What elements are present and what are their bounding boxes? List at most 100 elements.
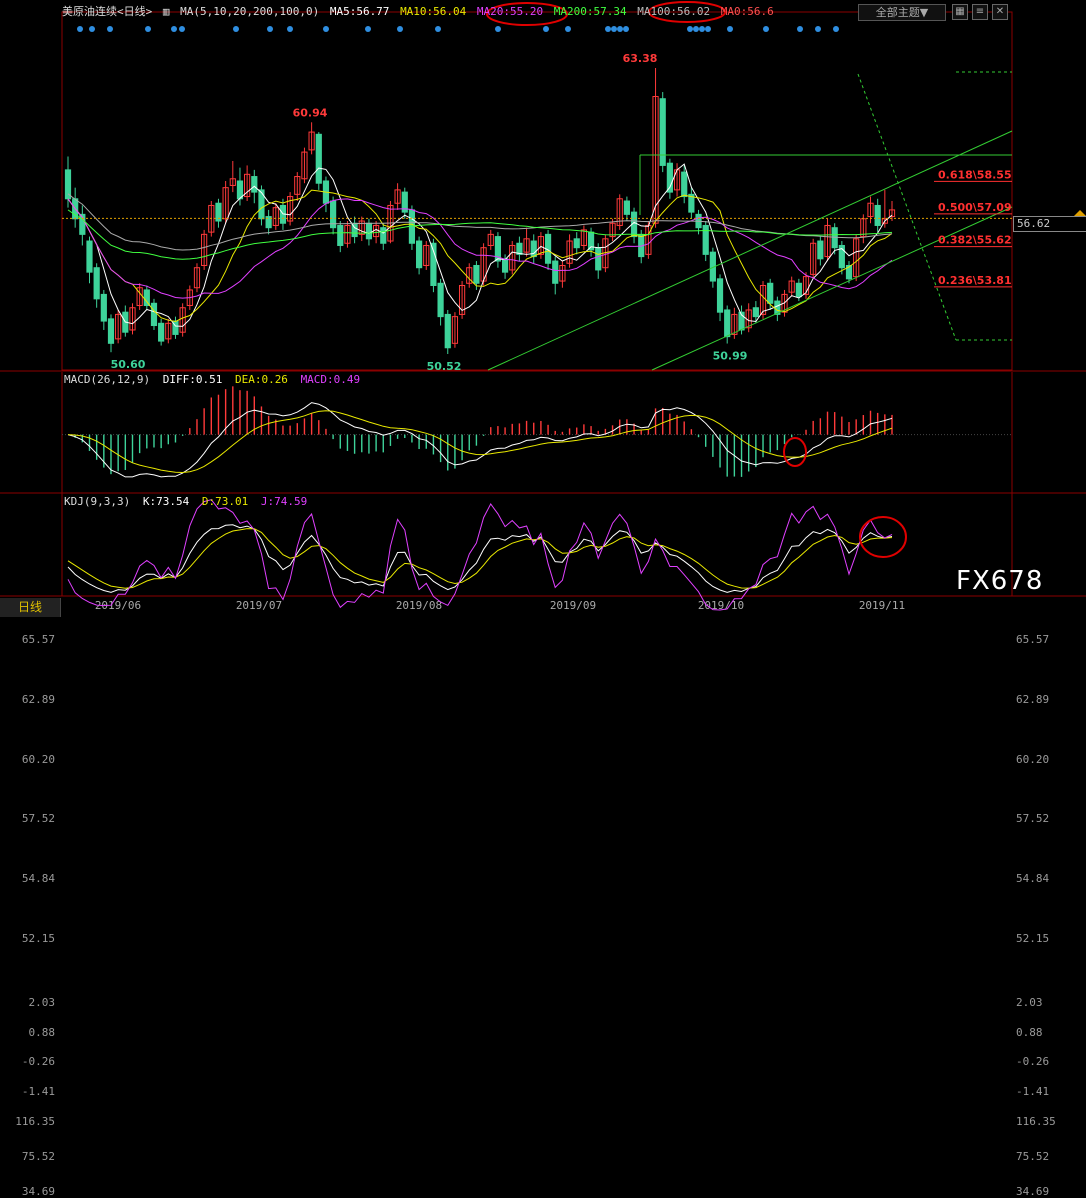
event-dot <box>107 26 113 32</box>
candle-body <box>573 238 580 249</box>
watermark-logo: FX678 <box>956 566 1044 596</box>
candle-body <box>767 282 774 304</box>
extreme-label: 50.52 <box>427 360 462 373</box>
axis-tick-label: 0.88 <box>1016 1025 1043 1039</box>
chart-stage[interactable]: 2019/06 2019/07 2019/08 2019/09 2019/10 2019/… <box>0 0 1086 1198</box>
price-panel-frame <box>61 11 1013 371</box>
candle-body <box>552 260 559 284</box>
close-icon[interactable]: ✕ <box>992 4 1008 20</box>
axis-tick-label: 2.03 <box>28 995 56 1009</box>
candle-body <box>530 240 537 258</box>
ma200-value: MA200:57.34 <box>553 5 627 18</box>
period-tab-daily[interactable]: 日线 <box>0 598 61 617</box>
candle-body <box>415 240 423 269</box>
candle-body <box>752 307 759 318</box>
fib-label: 0.382\55.62 <box>938 234 1012 247</box>
candle-body <box>143 289 150 307</box>
axis-tick-label: -1.41 <box>1016 1085 1050 1099</box>
candle-body <box>473 264 480 284</box>
candle-body <box>158 322 165 342</box>
candle-body <box>337 224 344 246</box>
x-axis-label: 2019/07 <box>236 599 282 612</box>
axis-tick-label: 65.57 <box>21 633 55 647</box>
macd-value: MACD:0.49 <box>300 373 361 386</box>
event-dot <box>267 26 273 32</box>
axis-tick-label: -0.26 <box>1016 1055 1050 1069</box>
event-dot <box>397 26 403 32</box>
event-dot <box>435 26 441 32</box>
grid-view-icon[interactable]: ▦ <box>952 4 968 20</box>
event-dot <box>233 26 239 32</box>
event-dot <box>565 26 571 32</box>
candle-body <box>702 224 709 255</box>
axis-tick-label: 75.52 <box>1016 1150 1050 1164</box>
event-dot <box>323 26 329 32</box>
candle-body <box>150 302 158 327</box>
event-dot <box>543 26 549 32</box>
ma-params: MA(5,10,20,200,100,0) <box>180 5 320 18</box>
candle-body <box>365 222 373 240</box>
kdj-j: J:74.59 <box>260 495 308 508</box>
macd-diff: DIFF:0.51 <box>162 373 223 386</box>
ma10-value: MA10:56.04 <box>400 5 467 18</box>
ma100-line <box>67 209 893 260</box>
macd-diff-line <box>67 402 893 478</box>
event-dot <box>495 26 501 32</box>
event-dot <box>145 26 151 32</box>
candle-body <box>874 204 881 226</box>
chart-title: 美原油连续<日线> <box>62 5 153 18</box>
event-dot <box>693 26 699 32</box>
axis-tick-label: 0.88 <box>28 1025 56 1039</box>
axis-tick-label: 57.52 <box>21 812 55 826</box>
x-axis-label: 2019/09 <box>550 599 596 612</box>
event-dot <box>815 26 821 32</box>
candle-body <box>93 267 100 300</box>
axis-tick-label: 116.35 <box>15 1115 55 1129</box>
candle-body <box>795 282 802 298</box>
candle-body <box>86 240 93 273</box>
candle-body <box>817 240 824 260</box>
axis-tick-label: 54.84 <box>1016 871 1050 885</box>
candle-body <box>100 293 107 322</box>
candle-body <box>380 227 387 244</box>
event-dot <box>365 26 371 32</box>
fib-label: 0.618\58.55 <box>938 168 1012 181</box>
event-dot <box>623 26 629 32</box>
axis-tick-label: 2.03 <box>1016 995 1043 1009</box>
list-view-icon[interactable]: ≡ <box>972 4 988 20</box>
kdj-d: D:73.01 <box>201 495 249 508</box>
candle-body <box>724 309 731 338</box>
event-dot <box>179 26 185 32</box>
macd-params: MACD(26,12,9) <box>64 373 151 386</box>
extreme-label: 50.60 <box>111 358 146 371</box>
event-dot <box>797 26 803 32</box>
theme-dropdown[interactable]: 全部主题▼ <box>858 4 946 21</box>
candle-body <box>64 169 72 200</box>
fib-label: 0.236\53.81 <box>938 274 1012 287</box>
axis-tick-label: 34.69 <box>21 1184 55 1198</box>
x-axis-label: 2019/11 <box>859 599 905 612</box>
ma5-value: MA5:56.77 <box>329 5 390 18</box>
event-dot <box>699 26 705 32</box>
macd-dea: DEA:0.26 <box>234 373 288 386</box>
event-dot <box>833 26 839 32</box>
axis-tick-label: 62.89 <box>1016 692 1050 706</box>
extreme-label: 50.99 <box>713 350 748 363</box>
event-dot <box>687 26 693 32</box>
candle-body <box>681 171 688 198</box>
event-dot <box>727 26 733 32</box>
macd-header: MACD(26,12,9) DIFF:0.51 DEA:0.26 MACD:0.… <box>64 373 366 386</box>
candle-body <box>444 313 451 349</box>
axis-tick-label: 60.20 <box>21 752 55 766</box>
current-price-value: 56.62 <box>1017 217 1051 230</box>
axis-tick-label: 52.15 <box>1016 931 1050 945</box>
axis-tick-label: 54.84 <box>21 871 55 885</box>
axis-tick-label: 34.69 <box>1016 1184 1050 1198</box>
event-dot <box>605 26 611 32</box>
chart-canvas[interactable]: 2019/06 2019/07 2019/08 2019/09 2019/10 2019/… <box>0 0 1086 617</box>
axis-tick-label: 60.20 <box>1016 752 1050 766</box>
kdj-header: KDJ(9,3,3) K:73.54 D:73.01 J:74.59 <box>64 495 313 508</box>
event-dot <box>89 26 95 32</box>
candle-body <box>437 282 444 318</box>
extreme-label: 60.94 <box>293 106 328 119</box>
